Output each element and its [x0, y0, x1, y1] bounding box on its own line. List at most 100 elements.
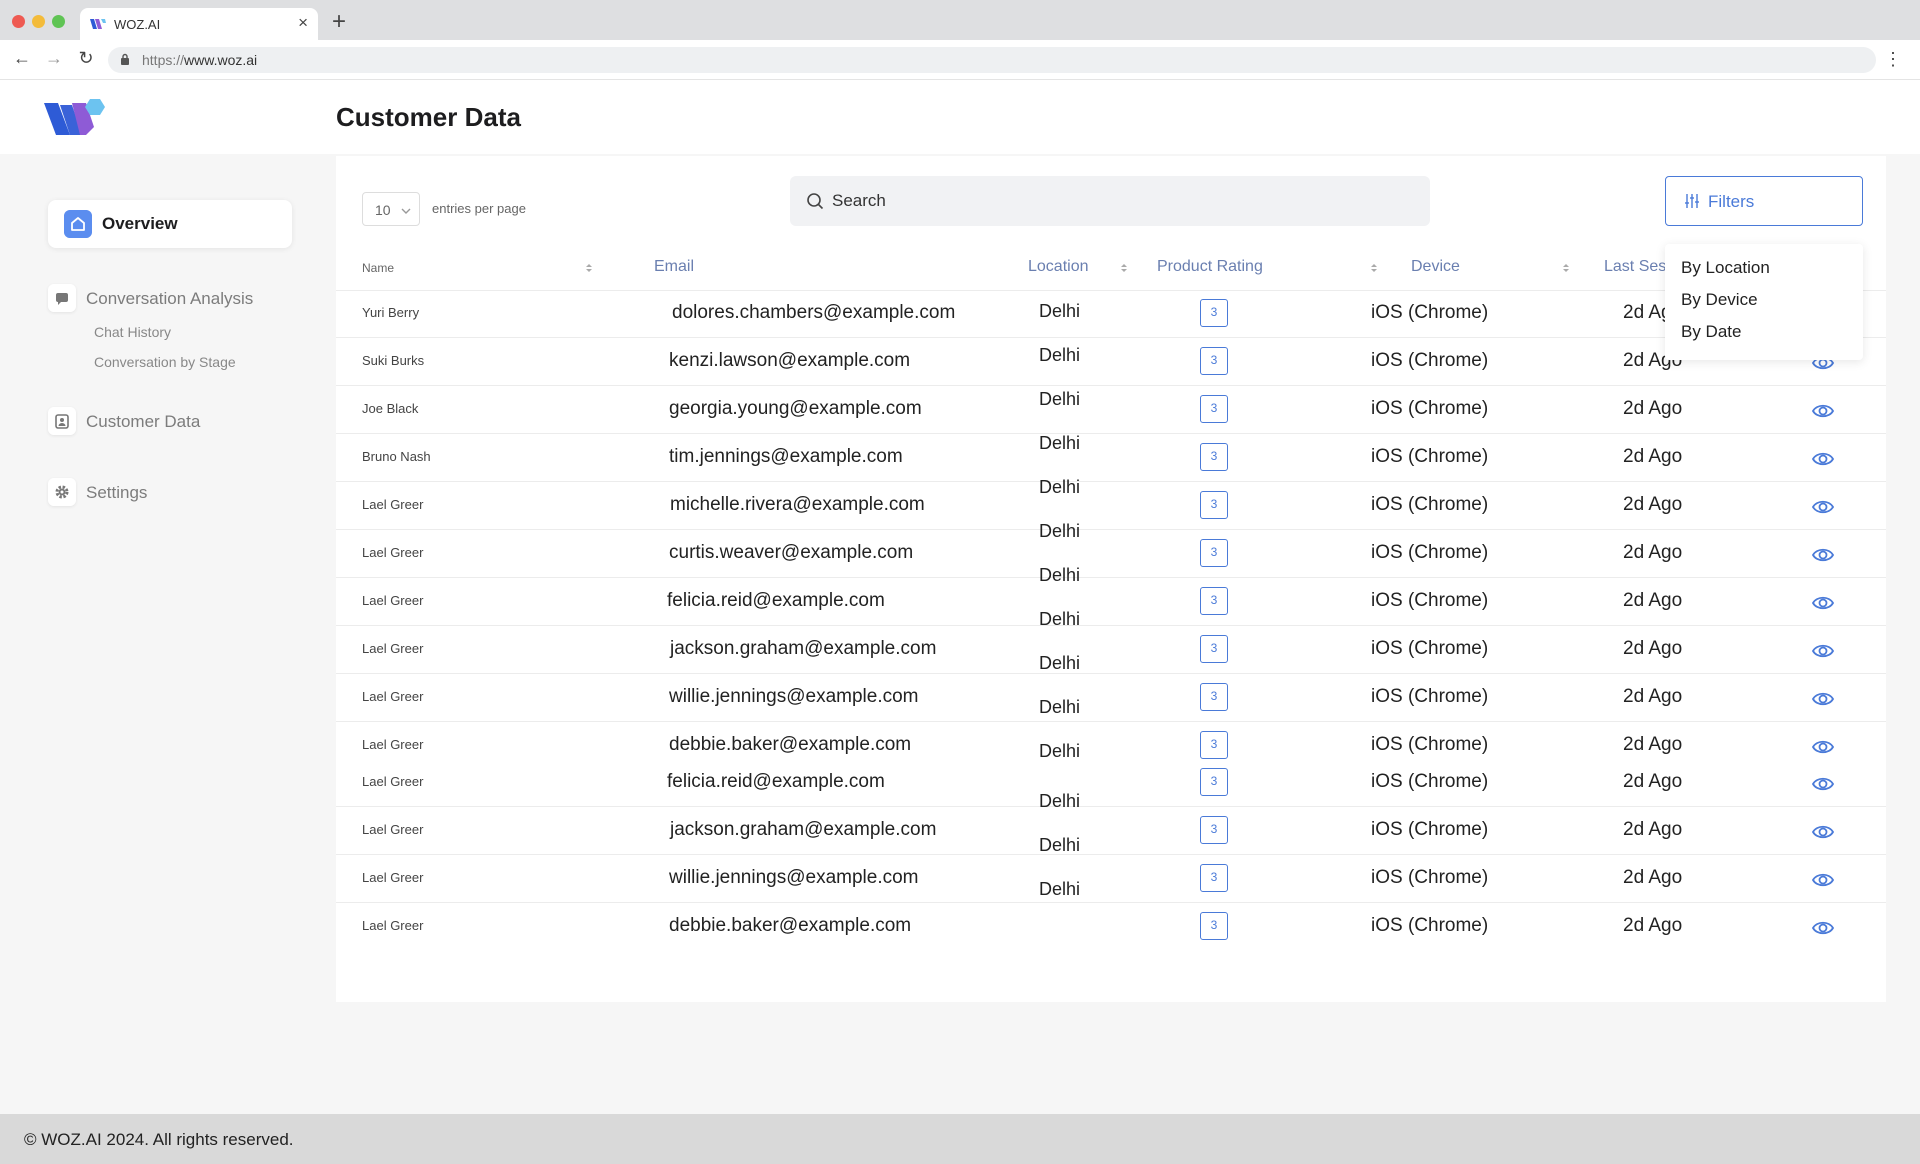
view-eye-icon[interactable]: [1811, 868, 1835, 892]
cell-last-session: 2d Ago: [1623, 398, 1683, 419]
browser-menu-icon[interactable]: ⋮: [1884, 49, 1902, 70]
cell-last-session: 2d Ago: [1623, 915, 1683, 936]
cell-name: Lael Greer: [362, 737, 424, 752]
cell-name: Joe Black: [362, 401, 419, 416]
column-header-last-session[interactable]: Last Ses: [1604, 258, 1666, 276]
filters-dropdown: By Location By Device By Date: [1665, 244, 1863, 360]
row-divider: [336, 673, 1886, 674]
address-bar: ← → ↻ https://www.woz.ai ⋮: [0, 40, 1920, 80]
rating-badge: 3: [1200, 299, 1228, 327]
woz-logo[interactable]: [44, 95, 110, 137]
view-eye-icon[interactable]: [1811, 916, 1835, 940]
user-card-icon: [48, 407, 76, 435]
rating-badge: 3: [1200, 635, 1228, 663]
cell-location: Delhi: [1039, 697, 1081, 717]
cell-email: dolores.chambers@example.com: [672, 302, 956, 323]
rating-badge: 3: [1200, 395, 1228, 423]
column-header-device[interactable]: Device: [1411, 258, 1460, 276]
forward-arrow-icon[interactable]: →: [42, 48, 66, 69]
cell-name: Lael Greer: [362, 822, 424, 837]
view-eye-icon[interactable]: [1811, 591, 1835, 615]
view-eye-icon[interactable]: [1811, 735, 1835, 759]
cell-location: Delhi: [1039, 389, 1081, 409]
back-arrow-icon[interactable]: ←: [10, 48, 34, 69]
close-window-button[interactable]: [12, 15, 25, 28]
maximize-window-button[interactable]: [52, 15, 65, 28]
cell-device: iOS (Chrome): [1371, 771, 1489, 792]
view-eye-icon[interactable]: [1811, 687, 1835, 711]
cell-location: Delhi: [1039, 741, 1081, 761]
customer-data-panel: 10 entries per page Filters Name Email L…: [336, 156, 1886, 1002]
row-divider: [336, 625, 1886, 626]
sort-icon[interactable]: [585, 260, 593, 276]
browser-tab[interactable]: WOZ.AI ×: [80, 8, 318, 40]
search-icon: [807, 193, 824, 210]
filter-option-by-location[interactable]: By Location: [1681, 258, 1770, 278]
cell-email: kenzi.lawson@example.com: [669, 350, 911, 371]
cell-last-session: 2d Ago: [1623, 638, 1683, 659]
cell-device: iOS (Chrome): [1371, 734, 1489, 755]
cell-email: jackson.graham@example.com: [670, 819, 937, 840]
sidebar-subitem-conversation-by-stage[interactable]: Conversation by Stage: [94, 354, 236, 370]
search-input[interactable]: [832, 176, 1412, 226]
view-eye-icon[interactable]: [1811, 772, 1835, 796]
filter-option-by-date[interactable]: By Date: [1681, 322, 1741, 342]
cell-last-session: 2d Ago: [1623, 542, 1683, 563]
cell-name: Yuri Berry: [362, 305, 420, 320]
app-header: Customer Data: [0, 80, 1920, 154]
search-box[interactable]: [790, 176, 1430, 226]
cell-last-session: 2d Ago: [1623, 446, 1683, 467]
column-header-product-rating[interactable]: Product Rating: [1157, 258, 1263, 276]
cell-device: iOS (Chrome): [1371, 398, 1489, 419]
entries-per-page-select[interactable]: 10: [362, 192, 420, 226]
cell-email: debbie.baker@example.com: [669, 734, 912, 755]
column-header-name[interactable]: Name: [362, 261, 394, 275]
cell-device: iOS (Chrome): [1371, 590, 1489, 611]
sort-icon[interactable]: [1120, 260, 1128, 276]
sidebar-item-overview[interactable]: Overview: [48, 200, 292, 248]
cell-email: debbie.baker@example.com: [669, 915, 912, 936]
minimize-window-button[interactable]: [32, 15, 45, 28]
copyright-text: © WOZ.AI 2024. All rights reserved.: [24, 1130, 294, 1149]
tab-close-icon[interactable]: ×: [298, 13, 308, 33]
reload-icon[interactable]: ↻: [74, 48, 98, 69]
cell-location: Delhi: [1039, 565, 1081, 585]
view-eye-icon[interactable]: [1811, 495, 1835, 519]
cell-last-session: 2d Ago: [1623, 867, 1683, 888]
sort-icon[interactable]: [1562, 260, 1570, 276]
cell-device: iOS (Chrome): [1371, 686, 1489, 707]
view-eye-icon[interactable]: [1811, 820, 1835, 844]
new-tab-button[interactable]: +: [332, 8, 346, 36]
cell-name: Lael Greer: [362, 918, 424, 933]
rating-badge: 3: [1200, 539, 1228, 567]
rating-badge: 3: [1200, 587, 1228, 615]
view-eye-icon[interactable]: [1811, 543, 1835, 567]
cell-device: iOS (Chrome): [1371, 819, 1489, 840]
cell-last-session: 2d Ago: [1623, 494, 1683, 515]
cell-name: Lael Greer: [362, 641, 424, 656]
rating-badge: 3: [1200, 443, 1228, 471]
view-eye-icon[interactable]: [1811, 447, 1835, 471]
rating-badge: 3: [1200, 768, 1228, 796]
cell-last-session: 2d Ago: [1623, 771, 1683, 792]
rating-badge: 3: [1200, 864, 1228, 892]
sidebar-subitem-chat-history[interactable]: Chat History: [94, 324, 171, 340]
view-eye-icon[interactable]: [1811, 399, 1835, 423]
filter-option-by-device[interactable]: By Device: [1681, 290, 1758, 310]
cell-name: Lael Greer: [362, 774, 424, 789]
column-header-location[interactable]: Location: [1028, 258, 1089, 276]
url-field[interactable]: https://www.woz.ai: [108, 47, 1876, 73]
sliders-icon: [1685, 194, 1699, 208]
cell-name: Lael Greer: [362, 497, 424, 512]
page-title: Customer Data: [336, 102, 521, 132]
view-eye-icon[interactable]: [1811, 639, 1835, 663]
filters-button[interactable]: Filters: [1665, 176, 1863, 226]
gear-icon: [48, 478, 76, 506]
url-host: www.woz.ai: [184, 52, 258, 68]
row-divider: [336, 806, 1886, 807]
sort-icon[interactable]: [1370, 260, 1378, 276]
column-header-email[interactable]: Email: [654, 258, 694, 276]
rating-badge: 3: [1200, 683, 1228, 711]
cell-email: felicia.reid@example.com: [667, 590, 885, 611]
entries-per-page-label: entries per page: [432, 201, 526, 216]
